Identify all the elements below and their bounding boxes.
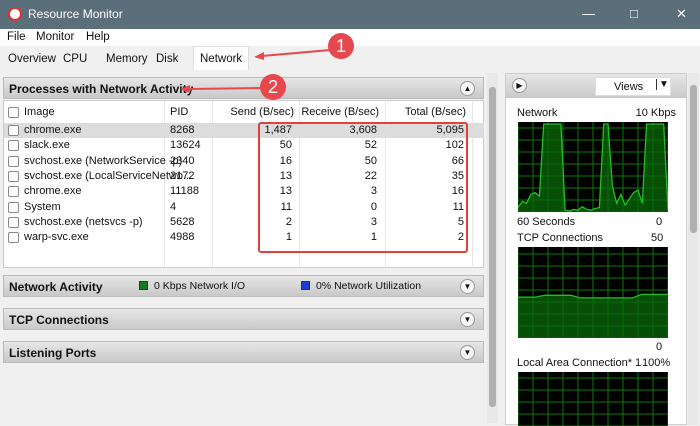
annotation-marker-2: 2 <box>260 74 286 100</box>
arrow-head-icon <box>254 52 264 60</box>
annotation-arrow-2 <box>187 87 263 90</box>
annotation-arrow-1 <box>261 49 331 57</box>
annotation-marker-1: 1 <box>328 33 354 59</box>
annotation-arrows <box>180 49 331 93</box>
arrow-head-icon <box>180 85 190 93</box>
